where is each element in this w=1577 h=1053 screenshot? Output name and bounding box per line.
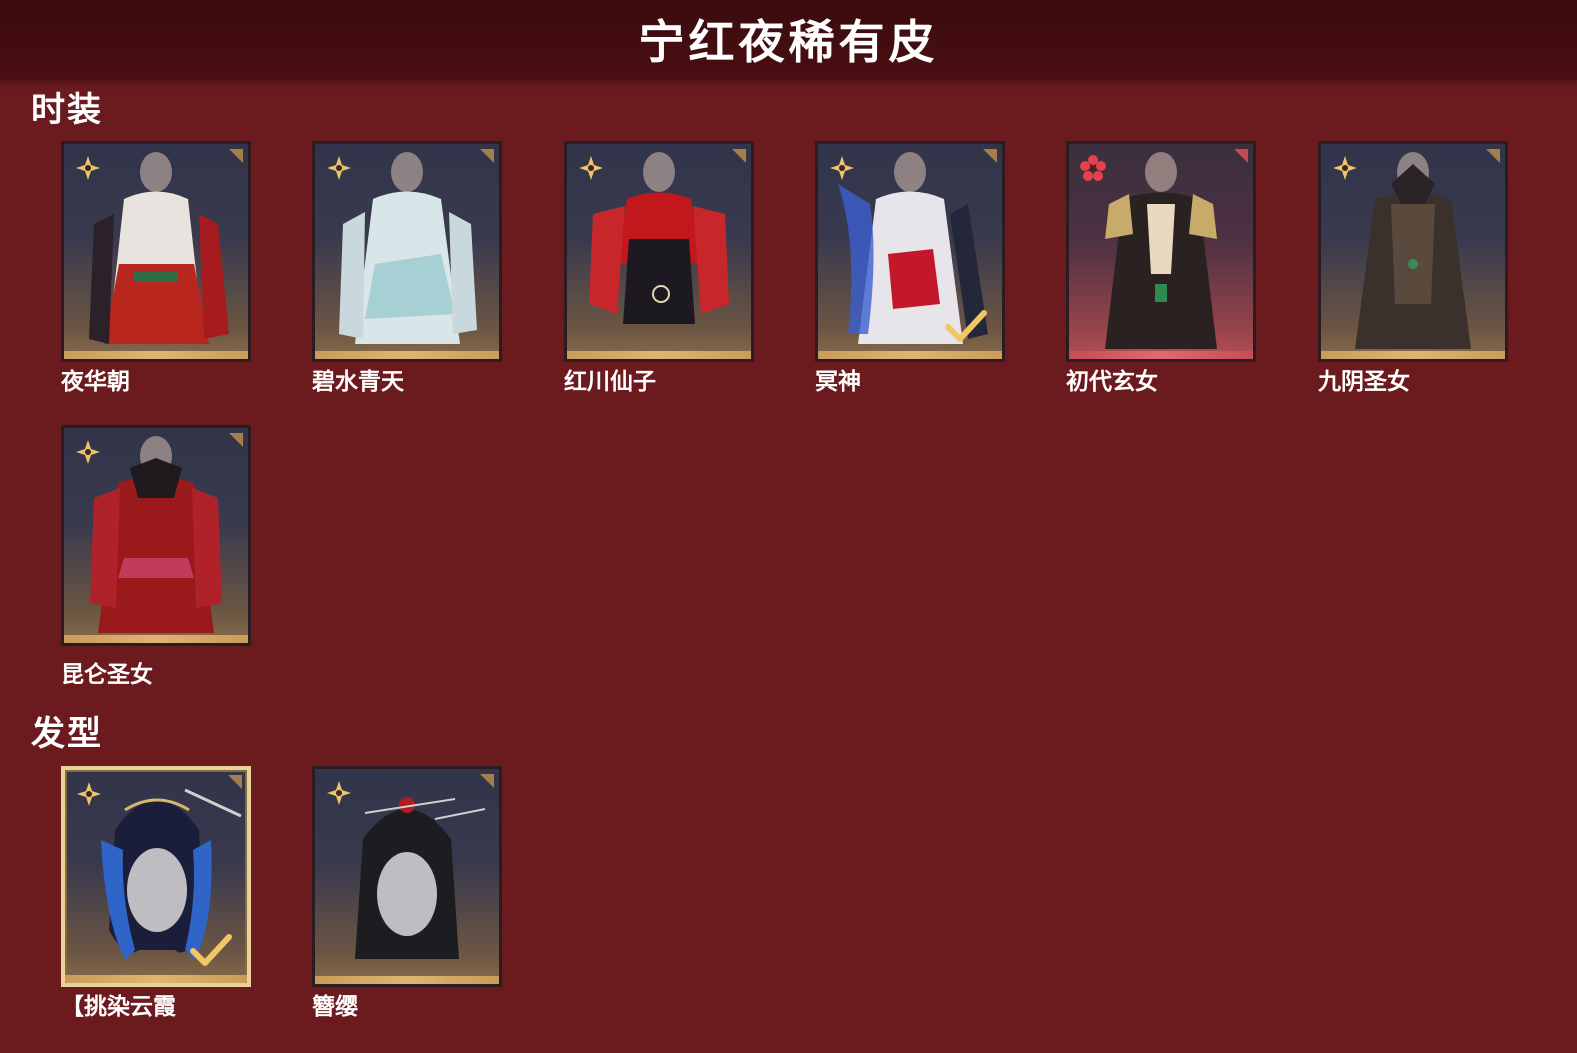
outfit-card-6[interactable] bbox=[61, 425, 251, 646]
rarity-bar bbox=[315, 976, 499, 984]
hairstyle-card-1[interactable] bbox=[312, 766, 502, 987]
outfit-card-5[interactable] bbox=[1318, 141, 1508, 362]
hairstyle-label-0: 【挑染云霞 bbox=[61, 994, 176, 1020]
outfit-card-1[interactable] bbox=[312, 141, 502, 362]
page-title: 宁红夜稀有皮 bbox=[638, 15, 939, 69]
four-petal-star-icon bbox=[76, 440, 100, 464]
section-title-hairstyles: 发型 bbox=[31, 714, 103, 754]
corner-ornament-icon bbox=[229, 433, 243, 447]
corner-ornament-icon bbox=[732, 149, 746, 163]
corner-ornament-icon bbox=[480, 149, 494, 163]
corner-ornament-icon bbox=[1486, 149, 1500, 163]
outfit-label-6: 昆仑圣女 bbox=[61, 662, 153, 688]
corner-ornament-icon bbox=[228, 775, 242, 789]
outfit-label-5: 九阴圣女 bbox=[1318, 369, 1410, 395]
corner-ornament-icon bbox=[983, 149, 997, 163]
five-petal-flower-icon bbox=[1080, 155, 1106, 181]
outfit-card-0[interactable] bbox=[61, 141, 251, 362]
checkmark-icon bbox=[190, 934, 232, 966]
page-header: 宁红夜稀有皮 bbox=[0, 0, 1577, 80]
rarity-bar bbox=[1069, 351, 1253, 359]
outfit-label-4: 初代玄女 bbox=[1066, 369, 1158, 395]
corner-ornament-icon bbox=[229, 149, 243, 163]
corner-ornament-icon bbox=[1234, 149, 1248, 163]
outfit-label-3: 冥神 bbox=[815, 369, 861, 395]
rarity-bar bbox=[64, 351, 248, 359]
four-petal-star-icon bbox=[830, 156, 854, 180]
hairstyle-label-1: 簪缨 bbox=[312, 994, 358, 1020]
outfit-card-3[interactable] bbox=[815, 141, 1005, 362]
four-petal-star-icon bbox=[77, 782, 101, 806]
outfit-label-1: 碧水青天 bbox=[312, 369, 404, 395]
outfit-label-2: 红川仙子 bbox=[564, 369, 656, 395]
outfit-card-4[interactable] bbox=[1066, 141, 1256, 362]
rarity-bar bbox=[818, 351, 1002, 359]
outfit-card-2[interactable] bbox=[564, 141, 754, 362]
rarity-bar bbox=[1321, 351, 1505, 359]
four-petal-star-icon bbox=[76, 156, 100, 180]
rarity-bar bbox=[64, 635, 248, 643]
checkmark-icon bbox=[945, 310, 987, 342]
four-petal-star-icon bbox=[327, 781, 351, 805]
corner-ornament-icon bbox=[480, 774, 494, 788]
hairstyle-card-0[interactable] bbox=[61, 766, 251, 987]
four-petal-star-icon bbox=[579, 156, 603, 180]
section-title-outfits: 时装 bbox=[31, 90, 103, 130]
rarity-bar bbox=[567, 351, 751, 359]
four-petal-star-icon bbox=[1333, 156, 1357, 180]
four-petal-star-icon bbox=[327, 156, 351, 180]
outfit-label-0: 夜华朝 bbox=[61, 369, 130, 395]
rarity-bar bbox=[65, 975, 247, 983]
rarity-bar bbox=[315, 351, 499, 359]
